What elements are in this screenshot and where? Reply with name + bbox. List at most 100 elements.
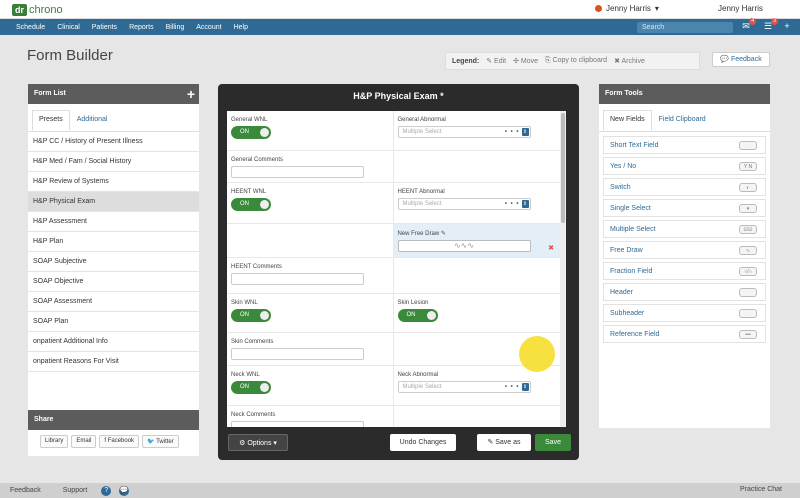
- form-tool-label: Switch: [610, 184, 631, 191]
- notification-dot-icon: [595, 5, 602, 12]
- form-cell[interactable]: HEENT Comments: [227, 258, 394, 293]
- nav-account[interactable]: Account: [196, 24, 221, 31]
- footer-support-link[interactable]: Support: [63, 487, 88, 494]
- form-list-item[interactable]: SOAP Subjective: [28, 252, 199, 272]
- footer-feedback-link[interactable]: Feedback: [10, 487, 41, 494]
- form-cell[interactable]: Neck WNL ON: [227, 366, 394, 405]
- form-row: General Comments: [227, 151, 560, 183]
- practice-chat-link[interactable]: Practice Chat: [740, 486, 782, 493]
- multiple-select[interactable]: Multiple Select • • • ⇕: [397, 381, 531, 393]
- save-button[interactable]: Save: [535, 434, 571, 451]
- form-tool-type-icon: ∿: [739, 246, 757, 255]
- form-tool-type-icon: ○/○: [739, 267, 757, 276]
- switch-toggle[interactable]: ON: [231, 381, 271, 394]
- feedback-button[interactable]: 💬 Feedback: [712, 52, 770, 67]
- tasks-icon[interactable]: ☰ 3: [762, 18, 778, 32]
- field-label: HEENT WNL: [231, 189, 267, 195]
- multiple-select[interactable]: Multiple Select • • • ⇕: [397, 198, 531, 210]
- form-list-item[interactable]: onpatient Additional Info: [28, 332, 199, 352]
- add-form-button[interactable]: +: [187, 87, 195, 101]
- form-tool-item[interactable]: Fraction Field ○/○: [603, 262, 766, 280]
- cursor-highlight: [519, 336, 555, 372]
- form-cell[interactable]: HEENT Abnormal Multiple Select • • • ⇕: [394, 183, 561, 223]
- form-cell[interactable]: General WNL ON: [227, 111, 394, 150]
- add-icon[interactable]: +: [781, 21, 793, 32]
- form-cell[interactable]: Neck Comments: [227, 406, 394, 427]
- user-menu[interactable]: Jenny Harris ▾: [595, 4, 659, 13]
- chat-bubble-icon[interactable]: 💬: [119, 485, 130, 496]
- text-field[interactable]: [231, 421, 364, 427]
- top-bar: dr chrono Jenny Harris ▾ Jenny Harris: [0, 0, 800, 19]
- field-label: Skin Lesion: [397, 300, 429, 306]
- select-placeholder: Multiple Select: [402, 384, 442, 390]
- share-library-button[interactable]: Library: [40, 435, 69, 448]
- form-cell[interactable]: Skin WNL ON: [227, 294, 394, 332]
- tab-presets[interactable]: Presets: [32, 110, 70, 131]
- form-list-item[interactable]: H&P Plan: [28, 232, 199, 252]
- canvas-scrollbar[interactable]: [560, 111, 566, 427]
- drchrono-logo[interactable]: dr chrono: [12, 3, 63, 16]
- options-button[interactable]: ⚙ Options ▾: [228, 434, 288, 451]
- share-facebook-button[interactable]: f Facebook: [99, 435, 140, 448]
- text-field[interactable]: [231, 348, 364, 360]
- tab-additional[interactable]: Additional: [70, 110, 115, 131]
- scrollbar-thumb[interactable]: [561, 113, 565, 223]
- messages-icon[interactable]: ✉ 4: [740, 18, 756, 32]
- form-list-item[interactable]: SOAP Plan: [28, 312, 199, 332]
- nav-help[interactable]: Help: [234, 24, 248, 31]
- nav-billing[interactable]: Billing: [166, 24, 185, 31]
- help-icon[interactable]: ?: [101, 485, 112, 496]
- nav-schedule[interactable]: Schedule: [16, 24, 45, 31]
- form-tools-items: Short Text Field Yes / No Y N Switch ◐ Single…: [599, 136, 770, 343]
- switch-toggle[interactable]: ON: [231, 126, 271, 139]
- form-list-item[interactable]: onpatient Reasons For Visit: [28, 352, 199, 372]
- form-tool-item[interactable]: Header: [603, 283, 766, 301]
- form-list-item[interactable]: H&P CC / History of Present Illness: [28, 132, 199, 152]
- search-input[interactable]: Search: [637, 22, 733, 33]
- switch-toggle[interactable]: ON: [397, 309, 438, 322]
- tab-field-clipboard[interactable]: Field Clipboard: [652, 110, 713, 131]
- text-field[interactable]: [231, 273, 364, 285]
- form-tool-item[interactable]: Reference Field •••: [603, 325, 766, 343]
- form-canvas: General WNL ON General Abnormal Multiple Se…: [227, 111, 566, 427]
- form-list-item[interactable]: H&P Review of Systems: [28, 172, 199, 192]
- switch-toggle[interactable]: ON: [231, 309, 271, 322]
- save-as-button[interactable]: ✎ Save as: [477, 434, 531, 451]
- tab-new-fields[interactable]: New Fields: [603, 110, 652, 131]
- chevron-down-icon: ▾: [654, 4, 659, 13]
- share-twitter-button[interactable]: 🐦 Twitter: [142, 435, 179, 448]
- form-tool-item[interactable]: Short Text Field: [603, 136, 766, 154]
- form-list-item[interactable]: H&P Med / Fam / Social History: [28, 152, 199, 172]
- nav-patients[interactable]: Patients: [92, 24, 117, 31]
- form-cell[interactable]: Skin Comments: [227, 333, 394, 365]
- user-name[interactable]: Jenny Harris: [718, 4, 763, 13]
- form-cell[interactable]: General Comments: [227, 151, 394, 182]
- form-tool-item[interactable]: Single Select ▾: [603, 199, 766, 217]
- nav-reports[interactable]: Reports: [129, 24, 154, 31]
- form-list-item[interactable]: H&P Physical Exam: [28, 192, 199, 212]
- form-tool-label: Multiple Select: [610, 226, 656, 233]
- form-list-item[interactable]: SOAP Objective: [28, 272, 199, 292]
- archive-x-icon[interactable]: ✖: [548, 244, 554, 252]
- form-tool-type-icon: [739, 141, 757, 150]
- switch-toggle[interactable]: ON: [231, 198, 271, 211]
- form-cell[interactable]: New Free Draw ✎ ∿∿∿ ✖: [393, 224, 560, 257]
- text-field[interactable]: [231, 166, 364, 178]
- form-tool-item[interactable]: Switch ◐: [603, 178, 766, 196]
- form-cell[interactable]: Skin Lesion ON: [394, 294, 561, 332]
- free-draw-canvas[interactable]: ∿∿∿: [397, 240, 531, 252]
- form-list-item[interactable]: SOAP Assessment: [28, 292, 199, 312]
- form-cell[interactable]: HEENT WNL ON: [227, 183, 394, 223]
- share-email-button[interactable]: Email: [71, 435, 97, 448]
- form-tool-item[interactable]: Free Draw ∿: [603, 241, 766, 259]
- form-list-item[interactable]: H&P Assessment: [28, 212, 199, 232]
- multiple-select[interactable]: Multiple Select • • • ⇕: [397, 126, 531, 138]
- form-cell[interactable]: General Abnormal Multiple Select • • • ⇕: [394, 111, 561, 150]
- form-tool-item[interactable]: Yes / No Y N: [603, 157, 766, 175]
- share-title: Share: [28, 410, 199, 430]
- nav-clinical[interactable]: Clinical: [57, 24, 80, 31]
- field-label: Neck Comments: [231, 412, 276, 418]
- undo-changes-button[interactable]: Undo Changes: [390, 434, 456, 451]
- form-tool-item[interactable]: Multiple Select ☑☑: [603, 220, 766, 238]
- form-tool-item[interactable]: Subheader: [603, 304, 766, 322]
